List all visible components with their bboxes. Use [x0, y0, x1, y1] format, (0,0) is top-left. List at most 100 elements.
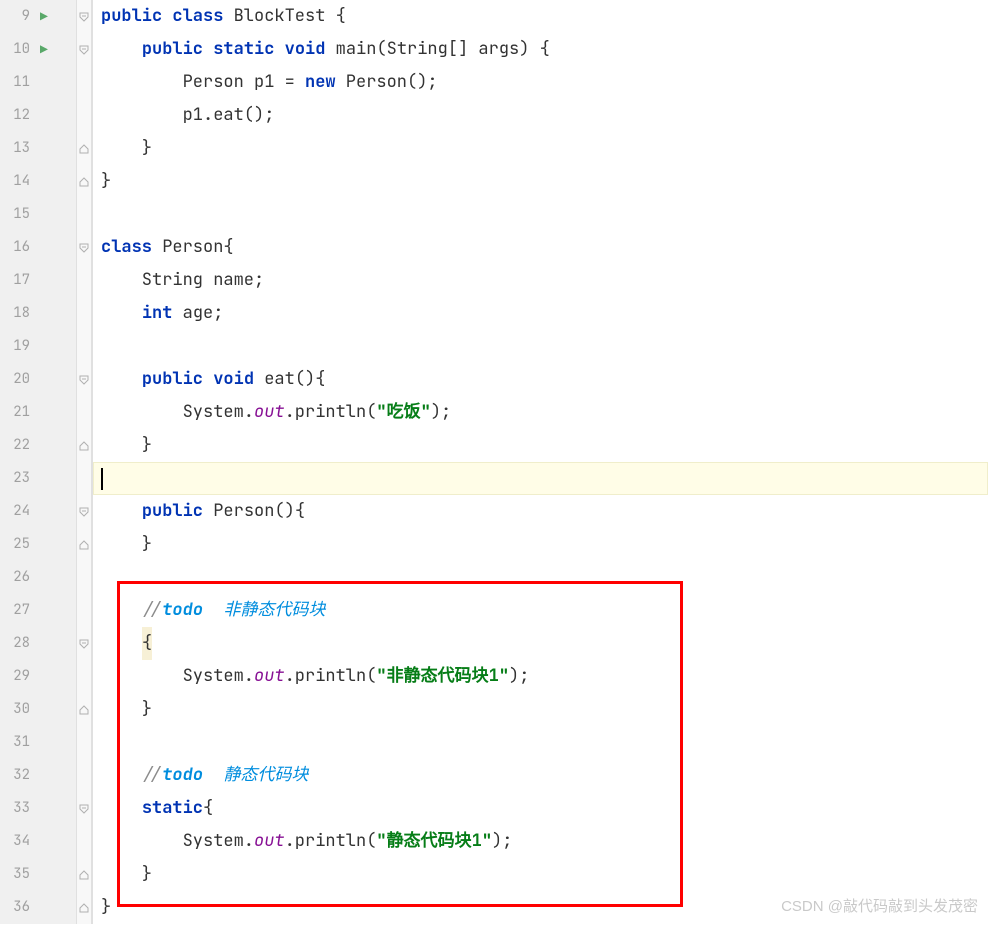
code-line[interactable]: }	[93, 858, 988, 891]
code-token: "静态代码块1"	[376, 825, 492, 858]
code-line[interactable]	[93, 561, 988, 594]
code-area[interactable]: public class BlockTest { public static v…	[93, 0, 988, 924]
code-line[interactable]: }	[93, 132, 988, 165]
code-token: "非静态代码块1"	[376, 660, 509, 693]
code-token: System.	[101, 825, 254, 858]
gutter-row: 32	[0, 759, 76, 792]
gutter-row: 24	[0, 495, 76, 528]
gutter-row: 31	[0, 726, 76, 759]
gutter-row: 13	[0, 132, 76, 165]
fold-toggle[interactable]	[77, 33, 91, 66]
line-number: 24	[0, 495, 32, 528]
fold-toggle[interactable]	[77, 429, 91, 462]
code-line[interactable]: }	[93, 165, 988, 198]
code-line[interactable]: Person p1 = new Person();	[93, 66, 988, 99]
fold-toggle[interactable]	[77, 891, 91, 924]
line-number: 27	[0, 594, 32, 627]
code-token	[101, 594, 142, 627]
fold-toggle[interactable]	[77, 858, 91, 891]
fold-toggle[interactable]	[77, 165, 91, 198]
code-line[interactable]: //todo 静态代码块	[93, 759, 988, 792]
code-line[interactable]: System.out.println("非静态代码块1");	[93, 660, 988, 693]
code-token: public	[101, 0, 162, 33]
gutter-row: 27	[0, 594, 76, 627]
code-line[interactable]: System.out.println("吃饭");	[93, 396, 988, 429]
fold-toggle[interactable]	[77, 792, 91, 825]
gutter-row: 19	[0, 330, 76, 363]
fold-spacer	[77, 66, 91, 99]
code-line[interactable]	[93, 462, 988, 495]
code-token: );	[509, 660, 529, 693]
fold-spacer	[77, 561, 91, 594]
gutter-row: 17	[0, 264, 76, 297]
fold-toggle[interactable]	[77, 627, 91, 660]
code-token: }	[101, 693, 152, 726]
code-line[interactable]: {	[93, 627, 988, 660]
code-token: new	[305, 66, 336, 99]
code-line[interactable]: public class BlockTest {	[93, 0, 988, 33]
gutter-row: 14	[0, 165, 76, 198]
fold-toggle[interactable]	[77, 495, 91, 528]
code-token: }	[101, 528, 152, 561]
code-token: todo	[162, 759, 203, 792]
line-number: 12	[0, 99, 32, 132]
code-token: Person(){	[203, 495, 305, 528]
code-line[interactable]: }	[93, 528, 988, 561]
fold-toggle[interactable]	[77, 693, 91, 726]
code-line[interactable]: //todo 非静态代码块	[93, 594, 988, 627]
code-token: out	[254, 396, 285, 429]
code-line[interactable]	[93, 198, 988, 231]
code-line[interactable]: }	[93, 693, 988, 726]
code-line[interactable]	[93, 330, 988, 363]
watermark: CSDN @敲代码敲到头发茂密	[781, 890, 978, 923]
code-token	[274, 33, 284, 66]
gutter-row: 28	[0, 627, 76, 660]
run-icon[interactable]: ▶	[40, 0, 48, 33]
code-line[interactable]: p1.eat();	[93, 99, 988, 132]
code-line[interactable]: class Person{	[93, 231, 988, 264]
fold-toggle[interactable]	[77, 132, 91, 165]
code-token: }	[101, 132, 152, 165]
gutter-row: 29	[0, 660, 76, 693]
code-line[interactable]: String name;	[93, 264, 988, 297]
gutter-row: 35	[0, 858, 76, 891]
code-token: Person p1 =	[101, 66, 305, 99]
fold-spacer	[77, 825, 91, 858]
line-number: 14	[0, 165, 32, 198]
code-token	[162, 0, 172, 33]
code-token: void	[213, 363, 254, 396]
code-token: );	[492, 825, 512, 858]
line-number: 26	[0, 561, 32, 594]
line-number: 16	[0, 231, 32, 264]
code-token: {	[142, 627, 152, 660]
code-token: todo	[162, 594, 203, 627]
code-token: //	[142, 759, 162, 792]
fold-spacer	[77, 198, 91, 231]
code-line[interactable]: System.out.println("静态代码块1");	[93, 825, 988, 858]
code-line[interactable]: int age;	[93, 297, 988, 330]
line-number: 10	[0, 33, 32, 66]
code-token: age;	[172, 297, 223, 330]
line-number: 9	[0, 0, 32, 33]
code-token: }	[101, 858, 152, 891]
fold-toggle[interactable]	[77, 363, 91, 396]
code-token: System.	[101, 396, 254, 429]
code-token: eat(){	[254, 363, 325, 396]
code-line[interactable]: public static void main(String[] args) {	[93, 33, 988, 66]
fold-toggle[interactable]	[77, 528, 91, 561]
fold-toggle[interactable]	[77, 0, 91, 33]
code-line[interactable]: static{	[93, 792, 988, 825]
gutter-row: 23	[0, 462, 76, 495]
code-token: public	[142, 495, 203, 528]
code-line[interactable]	[93, 726, 988, 759]
fold-spacer	[77, 594, 91, 627]
code-line[interactable]: public void eat(){	[93, 363, 988, 396]
code-token: public	[142, 363, 203, 396]
line-number: 35	[0, 858, 32, 891]
run-icon[interactable]: ▶	[40, 33, 48, 66]
fold-toggle[interactable]	[77, 231, 91, 264]
fold-spacer	[77, 264, 91, 297]
code-line[interactable]: }	[93, 429, 988, 462]
code-line[interactable]: public Person(){	[93, 495, 988, 528]
code-token	[101, 627, 142, 660]
